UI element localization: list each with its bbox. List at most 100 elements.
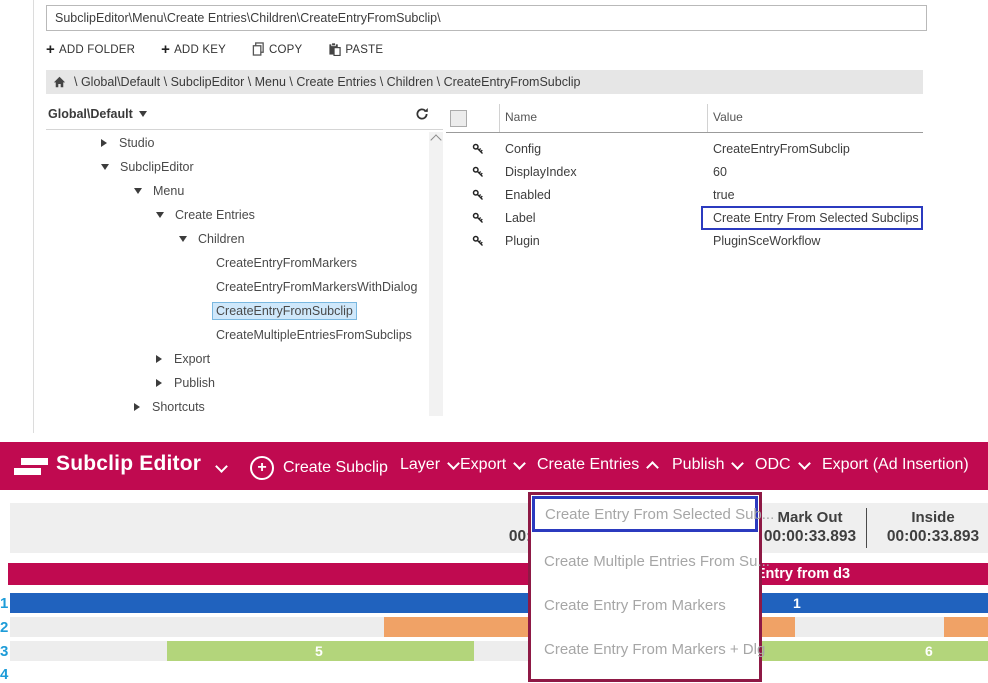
breadcrumb[interactable]: \ Global\Default \ SubclipEditor \ Menu … — [46, 70, 923, 94]
tree-item-export[interactable]: Export — [46, 347, 426, 371]
new-entry-bar[interactable]: New Entry from d3 — [8, 563, 988, 585]
table-row[interactable]: DisplayIndex 60 — [446, 161, 923, 184]
select-all-checkbox[interactable] — [450, 110, 467, 127]
subclip-editor-logo-icon — [14, 455, 48, 477]
chevron-right-icon — [101, 139, 107, 147]
add-key-button[interactable]: + ADD KEY — [161, 43, 226, 57]
tree-item-label: Publish — [174, 376, 215, 390]
plus-circle-icon: + — [250, 456, 274, 480]
config-toolbar: + ADD FOLDER + ADD KEY COPY PASTE — [46, 40, 383, 60]
add-folder-button[interactable]: + ADD FOLDER — [46, 43, 135, 57]
orange-clip[interactable] — [944, 617, 988, 637]
path-input[interactable] — [46, 5, 927, 31]
refresh-button[interactable] — [415, 107, 429, 126]
menu-item-create-multiple-entries-from-subclips[interactable]: Create Multiple Entries From Su... — [531, 539, 759, 583]
menu-publish[interactable]: Publish — [672, 456, 742, 474]
tree-item-studio[interactable]: Studio — [46, 131, 426, 155]
panel-left-border — [33, 0, 34, 433]
home-icon[interactable] — [53, 76, 66, 88]
tree-item-createentryfrommarkerswithdialog[interactable]: CreateEntryFromMarkersWithDialog — [46, 275, 426, 299]
tree-item-label: Export — [174, 352, 210, 366]
tree-item-create-entries[interactable]: Create Entries — [46, 203, 426, 227]
inside-value: 00:00:33.893 — [876, 528, 988, 546]
property-value[interactable]: true — [713, 188, 735, 202]
table-row-label-highlighted[interactable]: Label Create Entry From Selected Subclip… — [446, 207, 923, 230]
tree-scrollbar[interactable] — [429, 132, 443, 416]
tree-item-children[interactable]: Children — [46, 227, 426, 251]
key-icon — [472, 142, 484, 160]
key-icon — [472, 234, 484, 252]
copy-label: COPY — [269, 44, 302, 56]
scope-label: Global\Default — [48, 107, 133, 121]
tree-item-createentryfrommarkers[interactable]: CreateEntryFromMarkers — [46, 251, 426, 275]
blue-clip[interactable] — [10, 593, 988, 613]
property-value[interactable]: CreateEntryFromSubclip — [713, 142, 850, 156]
create-entries-dropdown-menu: Create Entry From Selected Sub... Create… — [528, 492, 762, 682]
tree-item-publish[interactable]: Publish — [46, 371, 426, 395]
value-column-header: Value — [713, 110, 743, 124]
inside-readout: Inside 00:00:33.893 — [876, 509, 988, 546]
blue-clip-label: 1 — [793, 595, 801, 611]
key-icon — [472, 165, 484, 183]
table-row[interactable]: Config CreateEntryFromSubclip — [446, 138, 923, 161]
export-ad-insertion-label: Export (Ad Insertion) — [822, 456, 969, 474]
layer-label: Layer — [400, 456, 440, 474]
paste-button[interactable]: PASTE — [328, 42, 383, 59]
menu-item-create-entry-from-selected-subclips[interactable]: Create Entry From Selected Sub... — [532, 496, 758, 532]
column-divider — [499, 104, 500, 132]
scope-selector[interactable]: Global\Default — [48, 107, 147, 121]
tree-item-label: Shortcuts — [152, 400, 205, 414]
chevron-right-icon — [134, 403, 140, 411]
chevron-down-icon — [179, 236, 187, 242]
menu-odc[interactable]: ODC — [755, 456, 809, 474]
publish-label: Publish — [672, 456, 724, 474]
plus-icon: + — [161, 43, 170, 57]
tree-item-menu[interactable]: Menu — [46, 179, 426, 203]
chevron-down-icon — [156, 212, 164, 218]
copy-button[interactable]: COPY — [252, 42, 302, 59]
chevron-down-icon — [513, 457, 526, 470]
property-name: Config — [505, 142, 541, 156]
scroll-up-icon[interactable] — [430, 134, 441, 145]
tree-item-shortcuts[interactable]: Shortcuts — [46, 395, 426, 419]
odc-label: ODC — [755, 456, 791, 474]
breadcrumb-path: \ Global\Default \ SubclipEditor \ Menu … — [74, 75, 580, 89]
table-row[interactable]: Enabled true — [446, 184, 923, 207]
menu-export-ad-insertion[interactable]: Export (Ad Insertion) — [822, 456, 969, 474]
tree-item-createmultipleentriesfromsubclips[interactable]: CreateMultipleEntriesFromSubclips — [46, 323, 426, 347]
tree-item-label: CreateEntryFromMarkersWithDialog — [216, 280, 417, 294]
tree-item-label: Menu — [153, 184, 184, 198]
menu-create-entries-open[interactable]: Create Entries — [537, 456, 657, 474]
chevron-down-icon — [732, 457, 745, 470]
property-value[interactable]: PluginSceWorkflow — [713, 234, 820, 248]
add-key-label: ADD KEY — [174, 44, 226, 56]
tree-item-createentryfromsubclip-selected[interactable]: CreateEntryFromSubclip — [46, 299, 426, 323]
property-value[interactable]: 60 — [713, 165, 727, 179]
key-icon — [472, 188, 484, 206]
property-value-highlighted[interactable]: Create Entry From Selected Subclips — [701, 206, 923, 230]
timeline-track-3: 5 6 — [10, 641, 988, 661]
track-number-1: 1 — [0, 595, 9, 612]
app-title: Subclip Editor — [56, 452, 201, 476]
column-divider — [707, 104, 708, 132]
chevron-down-icon[interactable] — [215, 460, 228, 473]
track-number-2: 2 — [0, 619, 9, 636]
property-name: Label — [505, 211, 536, 225]
chevron-down-icon — [101, 164, 109, 170]
timecode-info-bar: Mark In 00:00:00.000 Mark Out 00:00:33.8… — [10, 503, 988, 553]
menu-item-create-entry-from-markers[interactable]: Create Entry From Markers — [531, 583, 759, 627]
timeline-track-1: 1 — [10, 593, 988, 613]
table-row[interactable]: Plugin PluginSceWorkflow — [446, 230, 923, 253]
chevron-right-icon — [156, 379, 162, 387]
chevron-down-icon — [139, 111, 147, 117]
tree-item-subclipeditor[interactable]: SubclipEditor — [46, 155, 426, 179]
create-subclip-button[interactable]: + Create Subclip — [250, 456, 388, 480]
name-column-header: Name — [505, 110, 537, 124]
menu-item-create-entry-from-markers-dlg[interactable]: Create Entry From Markers + Dlg — [531, 627, 759, 671]
chevron-down-icon — [798, 457, 811, 470]
property-name: Plugin — [505, 234, 540, 248]
menu-export[interactable]: Export — [460, 456, 524, 474]
menu-layer[interactable]: Layer — [400, 456, 458, 474]
inside-label: Inside — [876, 509, 988, 526]
chevron-up-icon — [646, 461, 659, 474]
